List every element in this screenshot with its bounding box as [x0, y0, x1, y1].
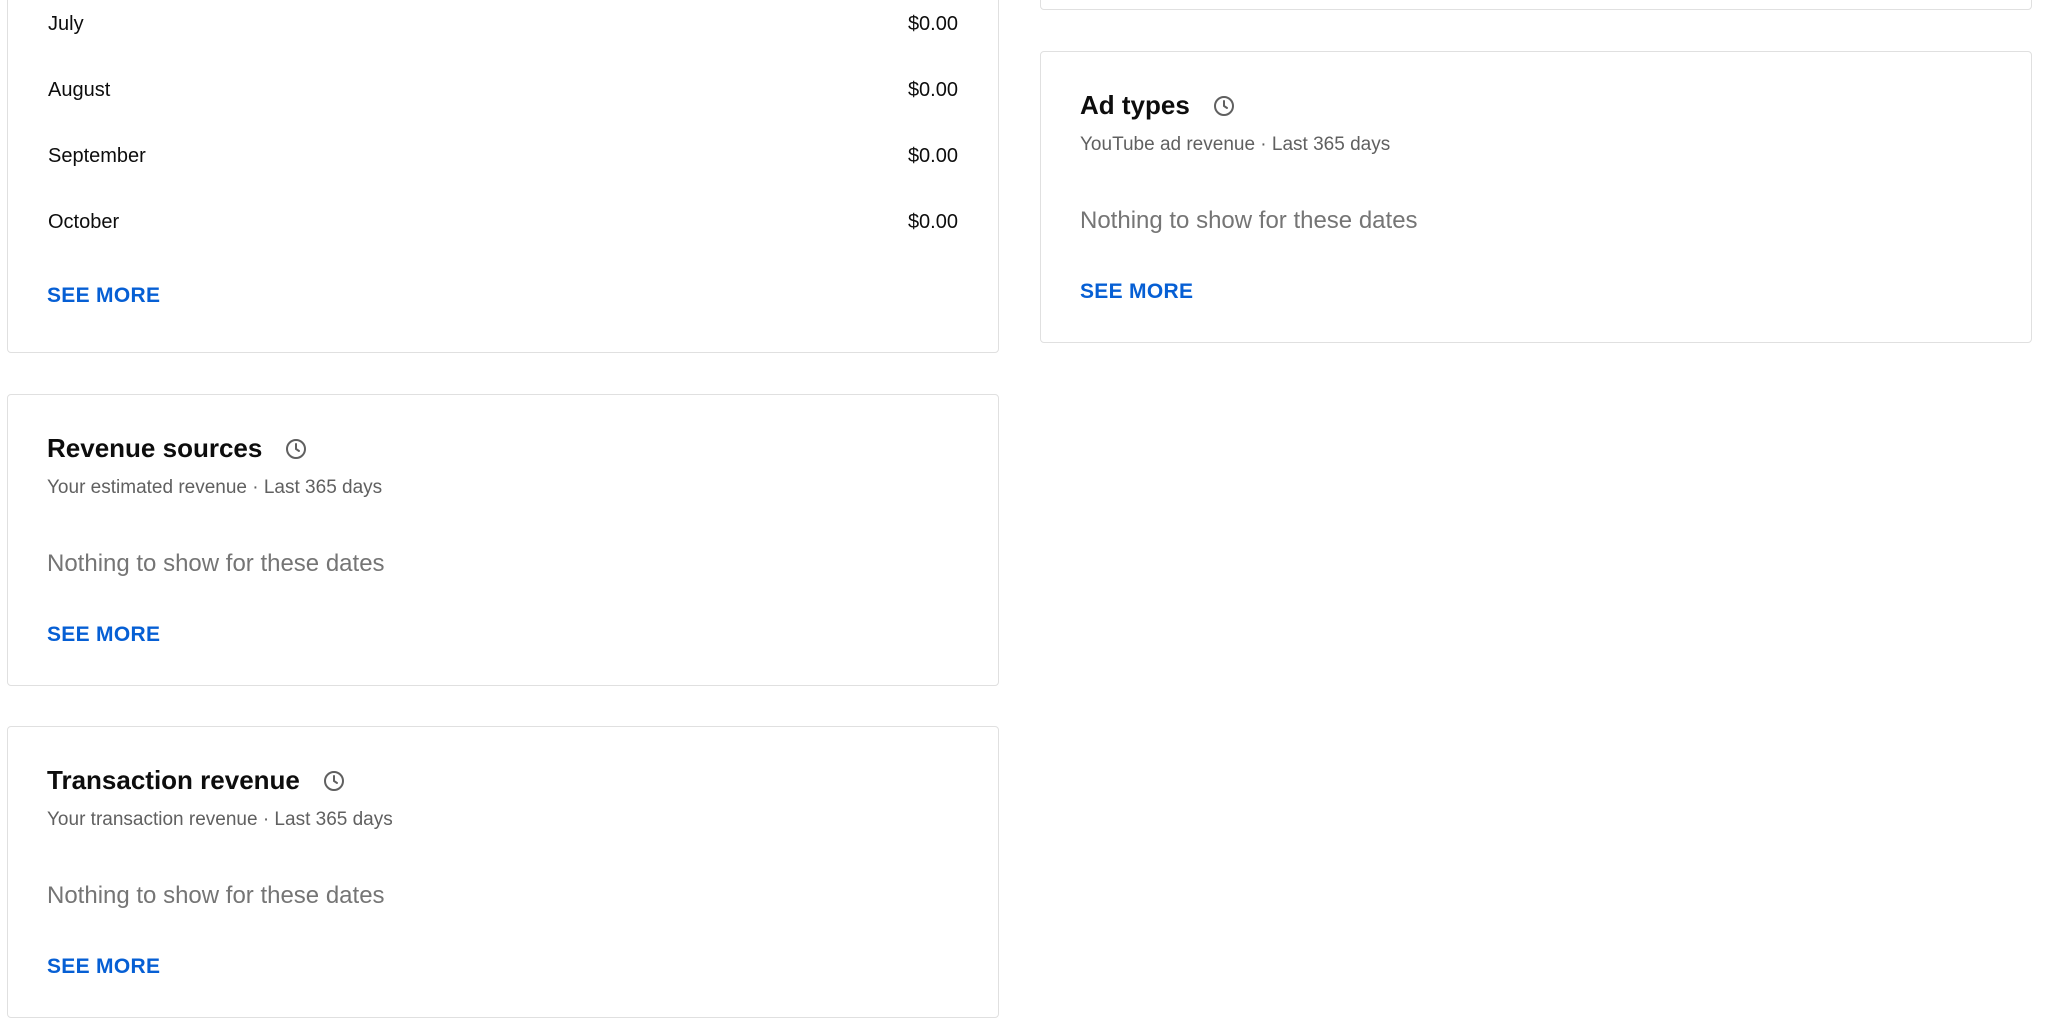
empty-state-text: Nothing to show for these dates: [47, 882, 385, 909]
card-title: Ad types: [1080, 90, 1236, 121]
monthly-revenue-card: July $0.00 August $0.00 September $0.00 …: [7, 0, 999, 353]
see-more-button[interactable]: SEE MORE: [47, 284, 160, 308]
month-value: $0.00: [907, 144, 958, 167]
clock-icon[interactable]: [284, 437, 308, 461]
revenue-sources-card: Revenue sources Your estimated revenue ·…: [7, 394, 999, 686]
month-label: October: [48, 210, 120, 233]
month-label: August: [48, 78, 111, 101]
see-more-button[interactable]: SEE MORE: [47, 955, 160, 979]
transaction-revenue-title: Transaction revenue: [47, 765, 300, 795]
ad-types-title: Ad types: [1080, 90, 1190, 120]
month-row: October $0.00: [48, 202, 958, 242]
top-right-card: [1040, 0, 2032, 10]
month-label: July: [48, 12, 84, 35]
card-title: Revenue sources: [47, 433, 308, 464]
revenue-sources-title: Revenue sources: [47, 433, 263, 463]
month-label: September: [48, 144, 146, 167]
card-subtitle: Your transaction revenue · Last 365 days: [47, 809, 393, 830]
month-value: $0.00: [907, 12, 958, 35]
see-more-button[interactable]: SEE MORE: [1080, 280, 1193, 304]
month-value: $0.00: [907, 78, 958, 101]
clock-icon[interactable]: [322, 769, 346, 793]
month-row: September $0.00: [48, 136, 958, 176]
empty-state-text: Nothing to show for these dates: [47, 550, 385, 577]
card-subtitle: Your estimated revenue · Last 365 days: [47, 477, 383, 498]
card-title: Transaction revenue: [47, 765, 346, 796]
empty-state-text: Nothing to show for these dates: [1080, 207, 1418, 234]
see-more-button[interactable]: SEE MORE: [47, 623, 160, 647]
month-row: August $0.00: [48, 70, 958, 110]
transaction-revenue-card: Transaction revenue Your transaction rev…: [7, 726, 999, 1018]
month-value: $0.00: [907, 210, 958, 233]
card-subtitle: YouTube ad revenue · Last 365 days: [1080, 134, 1391, 155]
clock-icon[interactable]: [1212, 94, 1236, 118]
ad-types-card: Ad types YouTube ad revenue · Last 365 d…: [1040, 51, 2032, 343]
month-row: July $0.00: [48, 4, 958, 44]
